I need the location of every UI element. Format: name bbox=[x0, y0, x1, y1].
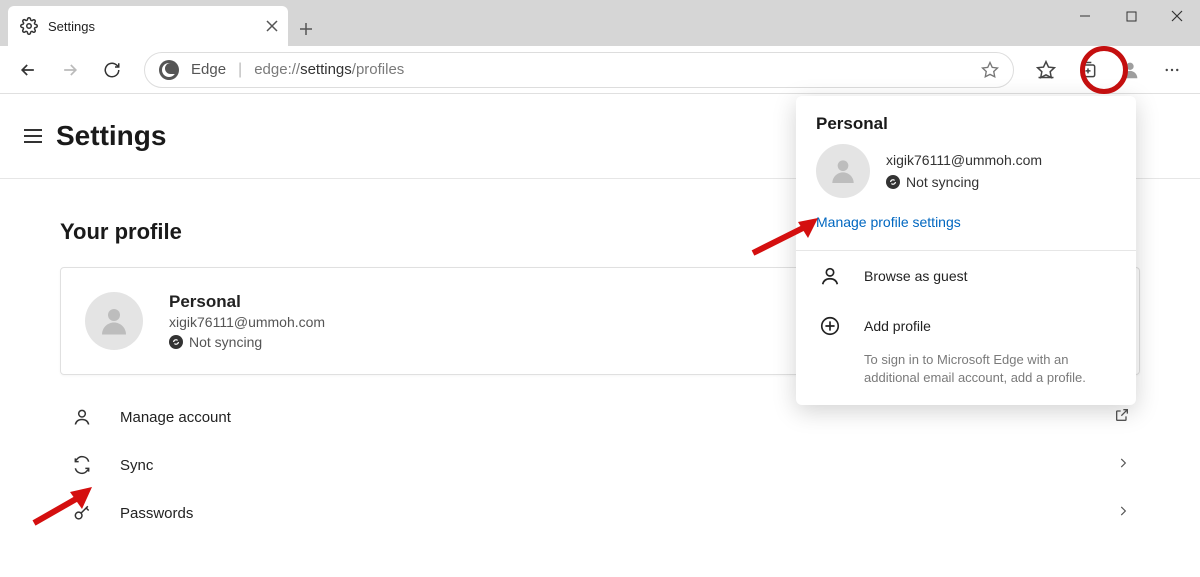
page-title: Settings bbox=[56, 120, 166, 152]
refresh-button[interactable] bbox=[94, 52, 130, 88]
chevron-right-icon bbox=[1116, 456, 1130, 474]
close-window-button[interactable] bbox=[1154, 0, 1200, 32]
popup-title: Personal bbox=[816, 114, 1116, 134]
gear-icon bbox=[20, 17, 38, 35]
address-prefix: Edge bbox=[191, 61, 226, 78]
action-label: Browse as guest bbox=[864, 268, 968, 284]
minimize-button[interactable] bbox=[1062, 0, 1108, 32]
new-tab-button[interactable] bbox=[288, 12, 324, 46]
menu-button[interactable] bbox=[24, 129, 42, 143]
chevron-right-icon bbox=[1116, 504, 1130, 522]
maximize-button[interactable] bbox=[1108, 0, 1154, 32]
tab-settings[interactable]: Settings bbox=[8, 6, 288, 46]
toolbar: Edge | edge://settings/profiles bbox=[0, 46, 1200, 94]
add-profile-note: To sign in to Microsoft Edge with an add… bbox=[796, 351, 1136, 405]
browse-guest-item[interactable]: Browse as guest bbox=[796, 251, 1136, 301]
tab-label: Settings bbox=[48, 19, 256, 34]
list-label: Sync bbox=[120, 457, 153, 474]
more-button[interactable] bbox=[1154, 52, 1190, 88]
collections-button[interactable] bbox=[1070, 52, 1106, 88]
window-controls bbox=[1062, 0, 1200, 32]
separator: | bbox=[238, 61, 242, 79]
sync-icon bbox=[886, 175, 900, 189]
profile-email: xigik76111@ummoh.com bbox=[169, 314, 325, 330]
profile-button[interactable] bbox=[1112, 52, 1148, 88]
plus-circle-icon bbox=[816, 315, 844, 337]
close-icon[interactable] bbox=[266, 20, 278, 32]
key-icon bbox=[70, 503, 94, 523]
passwords-item[interactable]: Passwords bbox=[60, 489, 1140, 537]
add-profile-item[interactable]: Add profile bbox=[796, 301, 1136, 351]
back-button[interactable] bbox=[10, 52, 46, 88]
sync-status: Not syncing bbox=[169, 334, 325, 350]
external-icon bbox=[1114, 407, 1130, 427]
list-label: Manage account bbox=[120, 409, 231, 426]
sync-icon bbox=[169, 335, 183, 349]
profile-name: Personal bbox=[169, 292, 325, 312]
list-label: Passwords bbox=[120, 505, 193, 522]
favorite-icon[interactable] bbox=[981, 61, 999, 79]
forward-button bbox=[52, 52, 88, 88]
favorites-button[interactable] bbox=[1028, 52, 1064, 88]
url-text: edge://settings/profiles bbox=[254, 61, 404, 78]
avatar bbox=[816, 144, 870, 198]
title-bar: Settings bbox=[0, 0, 1200, 46]
profile-popup: Personal xigik76111@ummoh.com Not syncin… bbox=[796, 96, 1136, 405]
avatar bbox=[85, 292, 143, 350]
action-label: Add profile bbox=[864, 318, 931, 334]
manage-profile-link[interactable]: Manage profile settings bbox=[816, 214, 961, 230]
edge-icon bbox=[159, 60, 179, 80]
address-bar[interactable]: Edge | edge://settings/profiles bbox=[144, 52, 1014, 88]
sync-icon bbox=[70, 455, 94, 475]
sync-item[interactable]: Sync bbox=[60, 441, 1140, 489]
person-icon bbox=[70, 407, 94, 427]
popup-sync-status: Not syncing bbox=[886, 174, 1042, 190]
tab-strip: Settings bbox=[0, 0, 324, 46]
person-icon bbox=[816, 265, 844, 287]
popup-email: xigik76111@ummoh.com bbox=[886, 152, 1042, 168]
